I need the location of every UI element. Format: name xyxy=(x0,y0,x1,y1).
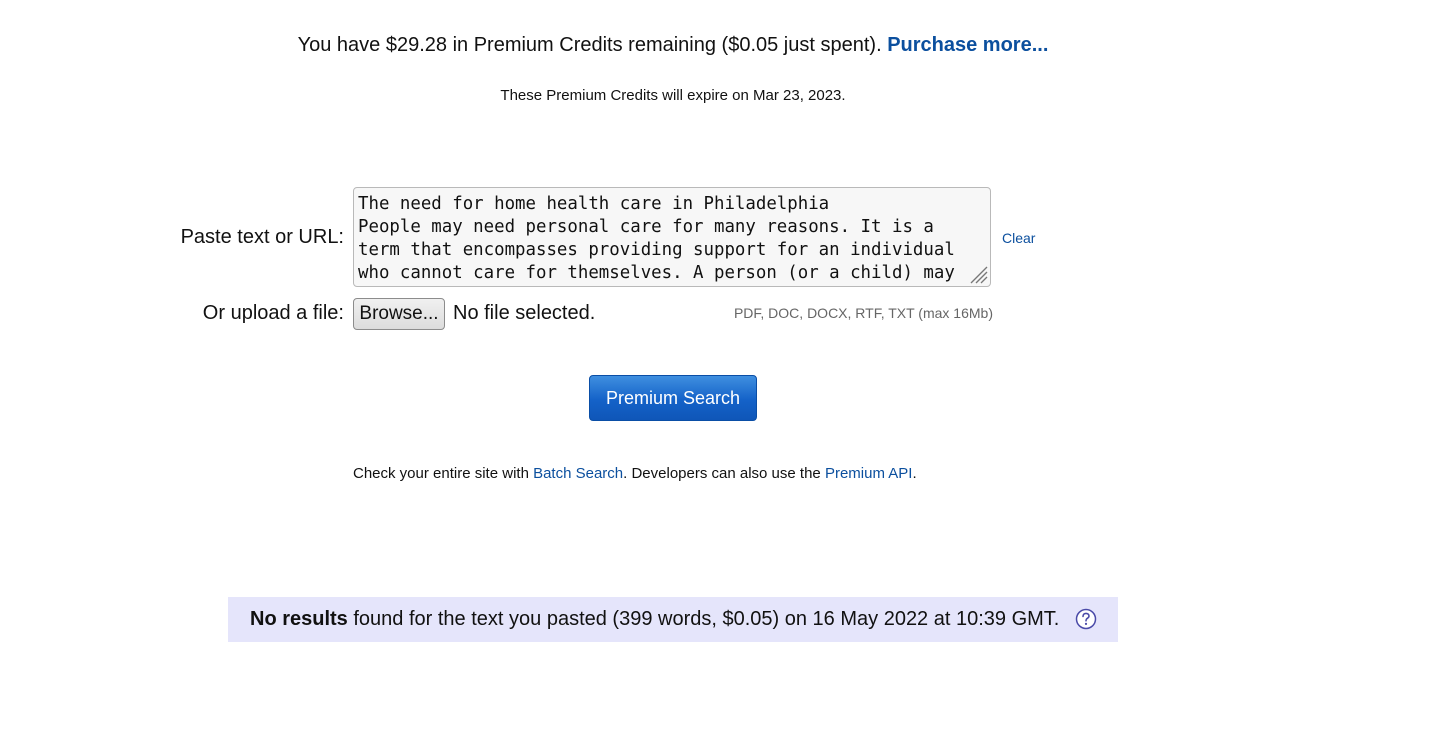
batch-info: Check your entire site with Batch Search… xyxy=(353,465,917,482)
paste-label: Paste text or URL: xyxy=(180,226,344,248)
result-detail: found for the text you pasted (399 words… xyxy=(347,608,1060,630)
credits-expiry: These Premium Credits will expire on Mar… xyxy=(500,87,846,104)
batch-search-link[interactable]: Batch Search xyxy=(533,465,623,482)
result-bold: No results xyxy=(250,608,348,630)
upload-label: Or upload a file: xyxy=(202,302,344,324)
credits-summary: You have $29.28 in Premium Credits remai… xyxy=(0,34,1346,57)
clear-link[interactable]: Clear xyxy=(1002,230,1035,246)
page: You have $29.28 in Premium Credits remai… xyxy=(0,0,1447,754)
premium-search-button[interactable]: Premium Search xyxy=(589,375,757,421)
premium-api-link[interactable]: Premium API xyxy=(825,465,913,482)
batch-suffix: . xyxy=(912,465,917,482)
purchase-more-link[interactable]: Purchase more... xyxy=(887,34,1048,56)
batch-middle: . Developers can also use the xyxy=(623,465,825,482)
result-banner: No results found for the text you pasted… xyxy=(228,597,1118,642)
credits-text: You have $29.28 in Premium Credits remai… xyxy=(297,34,888,56)
resize-grip-icon[interactable] xyxy=(968,264,988,284)
browse-button[interactable]: Browse... xyxy=(353,298,445,330)
question-circle-icon[interactable] xyxy=(1075,608,1097,630)
result-text: No results found for the text you pasted… xyxy=(250,608,1059,631)
paste-text-input[interactable]: The need for home health care in Philade… xyxy=(353,187,991,287)
supported-formats: PDF, DOC, DOCX, RTF, TXT (max 16Mb) xyxy=(733,305,993,321)
batch-prefix: Check your entire site with xyxy=(353,465,534,482)
file-status: No file selected. xyxy=(453,302,596,324)
